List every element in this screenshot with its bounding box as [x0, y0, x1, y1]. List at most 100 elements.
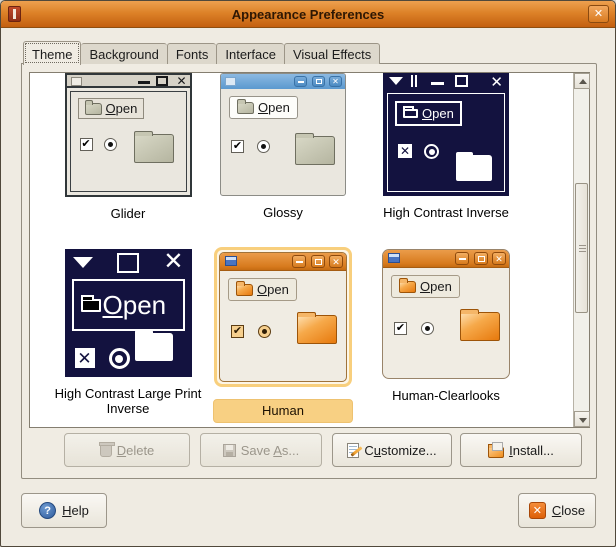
folder-icon [403, 106, 418, 118]
radio-icon [257, 140, 270, 153]
close-x-icon: ✕ [528, 502, 546, 519]
theme-preview-glider[interactable]: ✕ Open ✔ [64, 73, 192, 197]
theme-preview-glossy[interactable]: ✕ Open ✔ [220, 73, 346, 196]
preview-titlebar: ✕ [66, 74, 190, 88]
open-button: Open [228, 278, 297, 301]
theme-name: Glossy [263, 205, 303, 220]
close-icon: ✕ [329, 255, 343, 268]
theme-name selected-theme-label: Human [213, 399, 353, 423]
radio-icon [108, 348, 130, 369]
save-icon [222, 443, 236, 457]
folder-icon [133, 131, 174, 163]
theme-item-glossy[interactable]: ✕ Open ✔ Glossy [208, 73, 358, 220]
theme-name: High Contrast Inverse [383, 205, 509, 220]
folder-icon [134, 330, 173, 361]
open-button: Open [391, 275, 460, 298]
customize-pencil-icon [347, 442, 360, 458]
save-as-button[interactable]: Save As... [200, 433, 322, 467]
maximize-icon [155, 76, 168, 86]
tab-bar: Theme Background Fonts Interface Visual … [23, 40, 381, 65]
close-icon: ✕ [176, 74, 187, 88]
tab-fonts[interactable]: Fonts [166, 43, 217, 64]
theme-item-human[interactable]: ✕ Open ✔ Human [206, 247, 360, 423]
folder-icon [295, 133, 335, 165]
theme-name: Glider [110, 206, 146, 221]
window-close-button[interactable]: ✕ [588, 5, 609, 23]
scroll-up-button[interactable] [574, 73, 590, 89]
close-icon: ✕ [490, 74, 503, 91]
theme-grid: ✕ Open ✔ Glider ✕ Open ✔ Glossy ✕ Open ✕… [30, 73, 573, 427]
theme-item-high-contrast-inverse[interactable]: ✕ Open ✕ High Contrast Inverse [366, 73, 526, 220]
preview-frame: Open ✕ [387, 93, 505, 192]
theme-tab-panel: ✕ Open ✔ Glider ✕ Open ✔ Glossy ✕ Open ✕… [21, 63, 597, 479]
open-button: Open [229, 96, 298, 119]
trash-icon [98, 441, 115, 457]
theme-preview-high-contrast-inverse[interactable]: ✕ Open ✕ [383, 73, 509, 196]
window-menu-icon [225, 256, 237, 266]
checkbox-icon: ✔ [231, 140, 244, 153]
theme-preview-human[interactable]: ✕ Open ✔ [219, 252, 347, 382]
close-button[interactable]: ✕ Close [518, 493, 596, 528]
minimize-icon [294, 76, 307, 87]
titlebar-grip-icon [411, 75, 413, 87]
maximize-icon [455, 75, 468, 87]
maximize-icon [312, 76, 325, 87]
minimize-icon [292, 255, 306, 268]
appearance-preferences-window: Appearance Preferences ✕ Theme Backgroun… [0, 0, 616, 547]
theme-actions-row: Delete Save As... Customize... Install..… [22, 433, 596, 469]
preview-titlebar: ✕ [383, 250, 509, 268]
preview-frame: Open ✔ [69, 91, 187, 192]
maximize-icon [474, 252, 488, 265]
minimize-icon [137, 81, 150, 84]
theme-name: High Contrast Large Print Inverse [54, 386, 202, 416]
tab-interface[interactable]: Interface [216, 43, 284, 64]
preview-titlebar: ✕ [221, 74, 345, 89]
install-button[interactable]: Install... [460, 433, 582, 467]
tab-theme[interactable]: Theme [23, 41, 82, 65]
checkbox-icon: ✔ [394, 322, 407, 335]
window-menu-icon [72, 257, 93, 268]
tab-background[interactable]: Background [81, 43, 167, 64]
selected-theme-border: ✕ Open ✔ [214, 247, 352, 387]
theme-name: Human-Clearlooks [392, 388, 500, 403]
preview-frame: Open [71, 279, 185, 331]
customize-button[interactable]: Customize... [332, 433, 452, 467]
theme-preview-human-clearlooks[interactable]: ✕ Open ✔ [382, 249, 510, 379]
delete-button[interactable]: Delete [64, 433, 190, 467]
maximize-icon [116, 253, 139, 273]
scrollbar-grip-icon [579, 245, 586, 253]
window-titlebar[interactable]: Appearance Preferences ✕ [1, 1, 615, 28]
folder-icon [80, 294, 101, 312]
folder-icon [236, 280, 253, 296]
window-menu-icon [70, 77, 82, 86]
checkbox-icon: ✔ [79, 138, 93, 151]
window-icon [8, 6, 21, 22]
theme-preview-high-contrast-large-print-inverse[interactable]: ✕ Open ✕ [64, 248, 192, 377]
theme-item-high-contrast-large-print-inverse[interactable]: ✕ Open ✕ High Contrast Large Print Inver… [53, 248, 203, 416]
close-icon: ✕ [163, 248, 184, 275]
preview-titlebar: ✕ [220, 253, 346, 271]
help-icon: ? [39, 502, 57, 519]
install-folder-icon [488, 441, 505, 458]
window-title: Appearance Preferences [231, 6, 385, 22]
theme-list-scrollbar[interactable] [573, 73, 590, 427]
help-button[interactable]: ? Help [21, 493, 107, 528]
open-button: Open [77, 98, 145, 119]
open-button: Open [395, 101, 462, 126]
window-menu-icon [225, 77, 236, 86]
folder-icon [237, 98, 254, 114]
scroll-down-button[interactable] [574, 411, 590, 427]
radio-icon [421, 322, 434, 335]
theme-item-human-clearlooks[interactable]: ✕ Open ✔ Human-Clearlooks [366, 249, 526, 403]
theme-item-glider[interactable]: ✕ Open ✔ Glider [53, 73, 203, 221]
folder-icon [399, 277, 416, 293]
tab-visual-effects[interactable]: Visual Effects [283, 43, 381, 64]
arrow-up-icon [579, 79, 587, 84]
radio-icon [103, 138, 117, 151]
folder-icon [297, 312, 337, 344]
folder-icon [460, 309, 500, 341]
minimize-icon [431, 82, 444, 85]
folder-icon [84, 99, 102, 115]
close-icon: ✕ [329, 76, 342, 87]
scrollbar-thumb[interactable] [575, 183, 588, 313]
